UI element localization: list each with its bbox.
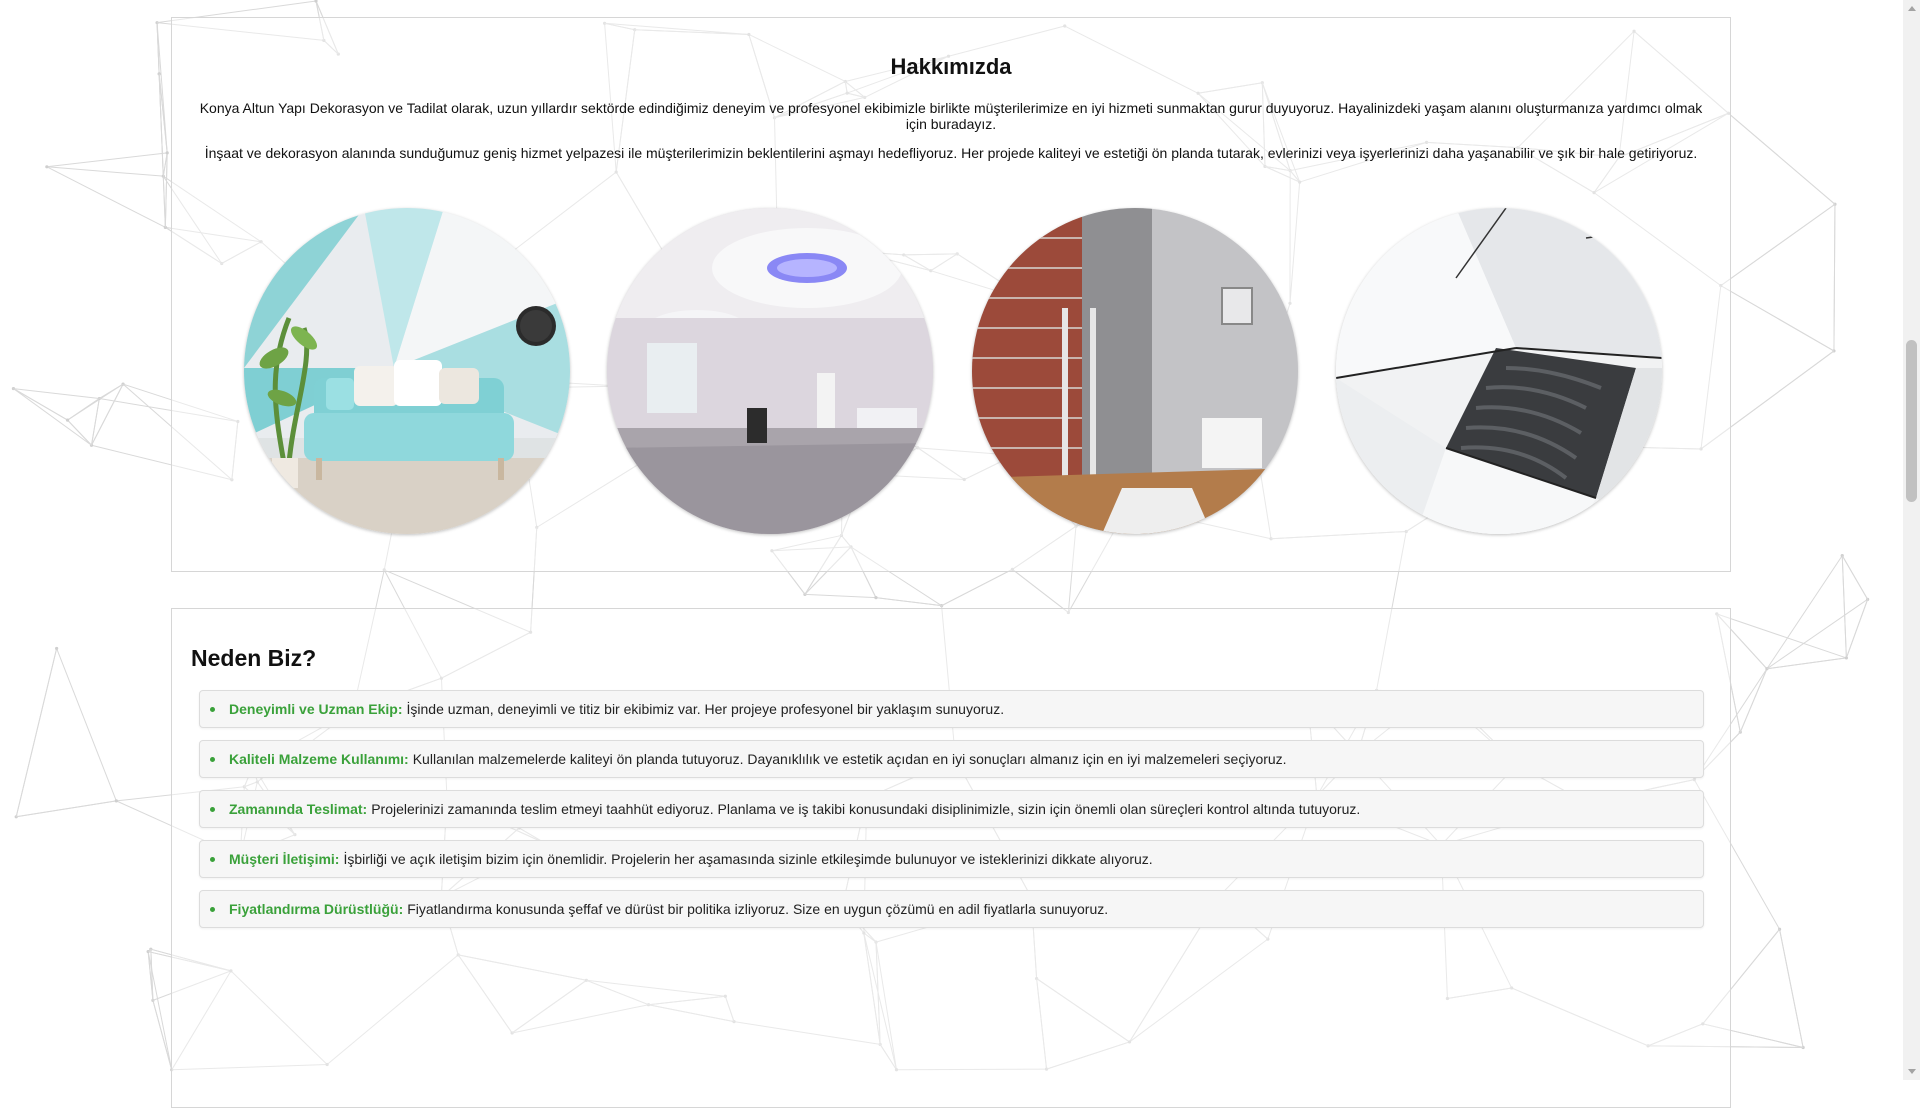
bullet-icon — [210, 807, 215, 812]
list-item: Zamanında Teslimat: Projelerinizi zamanı… — [199, 790, 1704, 828]
item-text: Kullanılan malzemelerde kaliteyi ön plan… — [413, 751, 1287, 767]
about-section: Hakkımızda Konya Altun Yapı Dekorasyon v… — [171, 17, 1731, 572]
page-scrollbar[interactable] — [1903, 0, 1920, 1080]
item-text: İşinde uzman, deneyimli ve titiz bir eki… — [407, 701, 1005, 717]
ceiling-lights-image — [607, 208, 933, 534]
item-text: Fiyatlandırma konusunda şeffaf ve dürüst… — [407, 901, 1108, 917]
item-heading: Kaliteli Malzeme Kullanımı: — [229, 751, 409, 767]
bullet-icon — [210, 707, 215, 712]
item-heading: Müşteri İletişimi: — [229, 851, 339, 867]
list-item: Müşteri İletişimi: İşbirliği ve açık ile… — [199, 840, 1704, 878]
renovation-image — [972, 208, 1298, 534]
item-heading: Deneyimli ve Uzman Ekip: — [229, 701, 403, 717]
why-us-section: Neden Biz? Deneyimli ve Uzman Ekip: İşin… — [171, 608, 1731, 1108]
item-text: Projelerinizi zamanında teslim etmeyi ta… — [371, 801, 1360, 817]
item-text: İşbirliği ve açık iletişim bizim için ön… — [343, 851, 1152, 867]
scroll-up-arrow-icon[interactable] — [1903, 0, 1920, 17]
list-item: Deneyimli ve Uzman Ekip: İşinde uzman, d… — [199, 690, 1704, 728]
bullet-icon — [210, 757, 215, 762]
scroll-down-arrow-icon[interactable] — [1903, 1063, 1920, 1080]
about-image-gallery — [172, 208, 1730, 538]
tile-laying-image — [1336, 208, 1662, 534]
about-paragraph-2: İnşaat ve dekorasyon alanında sunduğumuz… — [196, 145, 1706, 161]
why-us-title: Neden Biz? — [191, 645, 316, 672]
list-item: Fiyatlandırma Dürüstlüğü: Fiyatlandırma … — [199, 890, 1704, 928]
scrollbar-thumb[interactable] — [1906, 340, 1917, 502]
bullet-icon — [210, 857, 215, 862]
why-us-list: Deneyimli ve Uzman Ekip: İşinde uzman, d… — [199, 690, 1704, 940]
bullet-icon — [210, 907, 215, 912]
item-heading: Fiyatlandırma Dürüstlüğü: — [229, 901, 403, 917]
list-item: Kaliteli Malzeme Kullanımı: Kullanılan m… — [199, 740, 1704, 778]
item-heading: Zamanında Teslimat: — [229, 801, 367, 817]
living-room-image — [244, 208, 570, 534]
about-title: Hakkımızda — [172, 54, 1730, 80]
about-paragraph-1: Konya Altun Yapı Dekorasyon ve Tadilat o… — [196, 100, 1706, 132]
